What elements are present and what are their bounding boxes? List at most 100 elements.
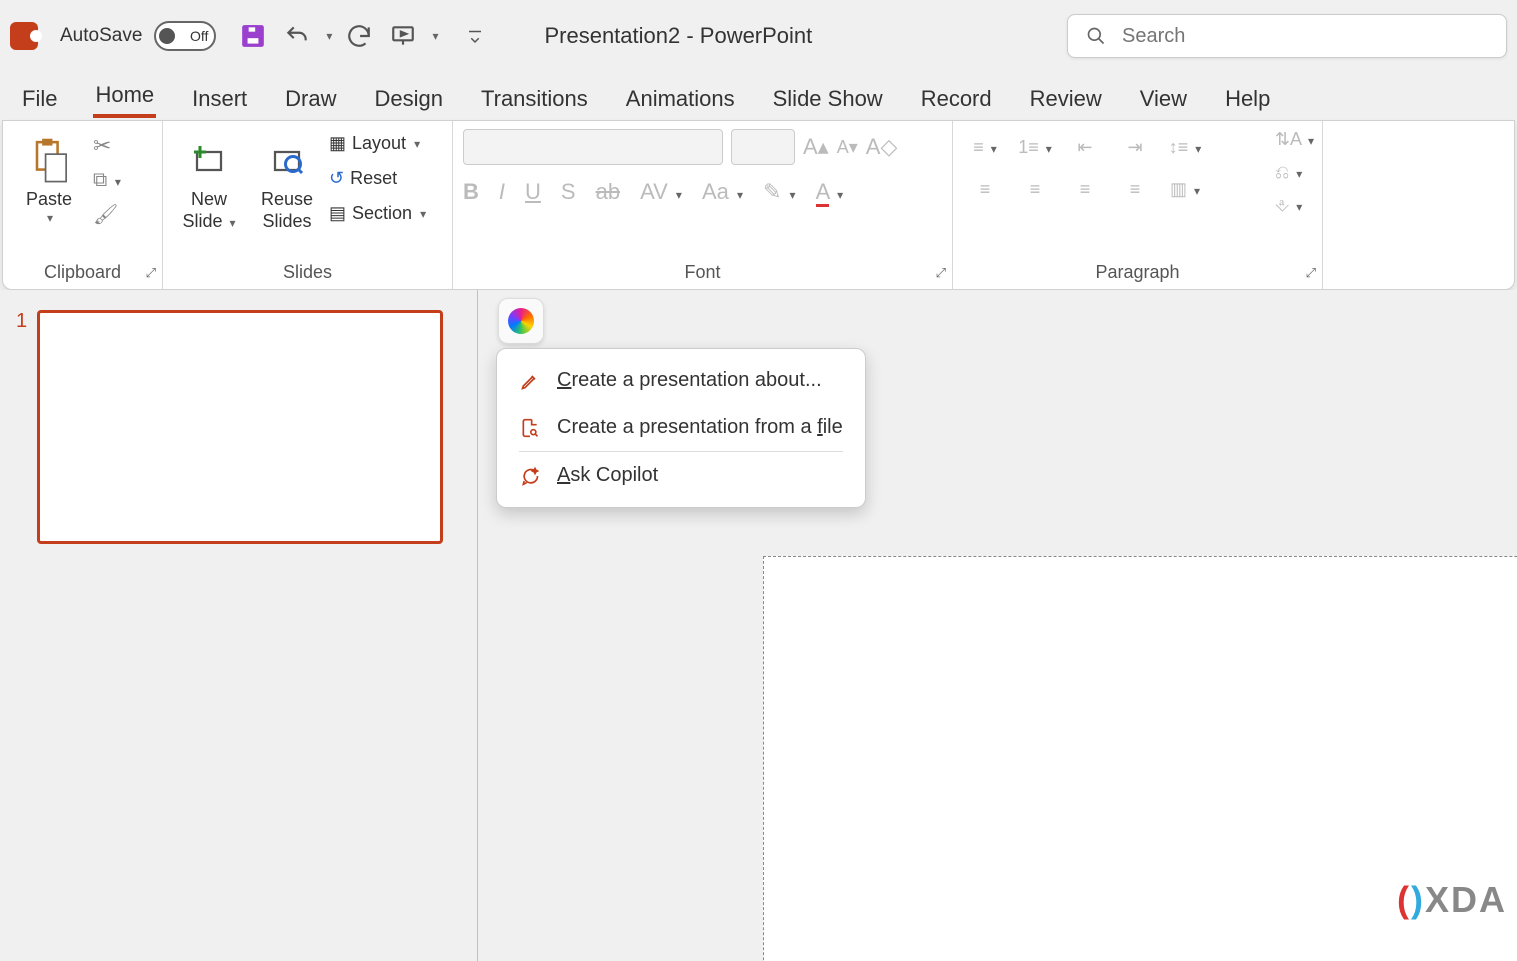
paragraph-group-label: Paragraph <box>953 262 1322 283</box>
tab-review[interactable]: Review <box>1028 80 1104 118</box>
present-from-start-icon[interactable] <box>386 19 420 53</box>
thumb-preview[interactable] <box>37 310 443 544</box>
align-right-icon[interactable]: ≡ <box>1080 179 1091 200</box>
clear-formatting-icon[interactable]: A◇ <box>866 134 898 160</box>
justify-icon[interactable]: ≡ <box>1130 179 1141 200</box>
tab-design[interactable]: Design <box>373 80 445 118</box>
powerpoint-app-icon[interactable] <box>10 22 38 50</box>
reset-label: Reset <box>350 168 397 189</box>
menu-ask-copilot[interactable]: Ask Copilot <box>497 452 865 499</box>
customize-qat-icon[interactable] <box>458 19 492 53</box>
increase-indent-icon[interactable]: ⇥ <box>1127 137 1142 158</box>
tab-slideshow[interactable]: Slide Show <box>771 80 885 118</box>
paragraph-launcher-icon[interactable]: ⤢ <box>1306 265 1316 281</box>
redo-icon[interactable] <box>342 19 376 53</box>
tab-insert[interactable]: Insert <box>190 80 249 118</box>
font-size-combo[interactable] <box>731 129 795 165</box>
cut-icon[interactable]: ✂ <box>93 133 121 159</box>
paste-label: Paste <box>26 189 72 211</box>
paste-button[interactable]: Paste ▾ <box>13 129 85 227</box>
format-painter-icon[interactable]: 🖌 <box>93 202 121 227</box>
italic-icon[interactable]: I <box>499 179 505 205</box>
reuse-slides-button[interactable]: ReuseSlides <box>251 129 323 232</box>
autosave-state: Off <box>190 28 208 44</box>
tab-file[interactable]: File <box>20 80 59 118</box>
copilot-menu: Create a presentation about... Create a … <box>496 348 866 508</box>
undo-icon[interactable] <box>280 19 314 53</box>
layout-label: Layout <box>352 133 406 154</box>
font-launcher-icon[interactable]: ⤢ <box>936 265 946 281</box>
search-input[interactable] <box>1122 25 1488 48</box>
slides-group-label: Slides <box>163 262 452 283</box>
group-drawing <box>1323 121 1514 289</box>
ribbon-tabs: File Home Insert Draw Design Transitions… <box>0 72 1517 120</box>
align-left-icon[interactable]: ≡ <box>980 179 991 200</box>
reuse-label-2: Slides <box>262 211 311 231</box>
font-name-combo[interactable] <box>463 129 723 165</box>
section-button[interactable]: ▤ Section ▾ <box>329 201 426 226</box>
clipboard-group-label: Clipboard <box>3 262 162 283</box>
tab-draw[interactable]: Draw <box>283 80 338 118</box>
text-direction-icon[interactable]: ⇅A ▾ <box>1275 129 1314 150</box>
new-slide-label-1: New <box>191 189 227 209</box>
strikethrough-icon[interactable]: ab <box>596 179 620 205</box>
group-font: A▴ A▾ A◇ B I U S ab AV ▾ Aa ▾ ✎ ▾ A ▾ Fo… <box>453 121 953 289</box>
thumbnail-pane[interactable]: 1 <box>0 290 478 961</box>
reset-icon: ↺ <box>329 168 344 189</box>
toggle-knob <box>159 28 175 44</box>
copy-icon[interactable]: ⧉ ▾ <box>93 169 121 192</box>
chat-sparkle-icon <box>519 466 541 486</box>
change-case-icon[interactable]: Aa ▾ <box>702 179 743 205</box>
tab-home[interactable]: Home <box>93 76 156 118</box>
save-icon[interactable] <box>236 19 270 53</box>
numbering-icon[interactable]: 1≡ ▾ <box>1018 137 1052 158</box>
clipboard-launcher-icon[interactable]: ⤢ <box>146 265 156 281</box>
columns-icon[interactable]: ▥ ▾ <box>1170 179 1200 200</box>
group-paragraph: ≡ ▾ 1≡ ▾ ⇤ ⇥ ↕≡ ▾ ≡ ≡ ≡ ≡ ▥ ▾ ⇅A ▾ ⎌ ▾ ⎀… <box>953 121 1323 289</box>
autosave-toggle[interactable]: Off <box>154 21 216 51</box>
slide-editor-pane[interactable]: Create a presentation about... Create a … <box>478 290 1517 961</box>
smartart-icon[interactable]: ⎀ ▾ <box>1275 195 1314 216</box>
tab-view[interactable]: View <box>1138 80 1189 118</box>
layout-icon: ▦ <box>329 133 346 154</box>
reuse-label-1: Reuse <box>261 189 313 209</box>
decrease-font-icon[interactable]: A▾ <box>837 137 858 158</box>
decrease-indent-icon[interactable]: ⇤ <box>1077 137 1092 158</box>
increase-font-icon[interactable]: A▴ <box>803 134 829 160</box>
undo-dropdown-icon[interactable]: ▾ <box>326 29 332 43</box>
search-box[interactable] <box>1067 14 1507 58</box>
document-title: Presentation2 - PowerPoint <box>544 23 812 49</box>
menu-create-about-label: Create a presentation about... <box>557 369 822 392</box>
shadow-icon[interactable]: S <box>561 179 576 205</box>
search-icon <box>1086 25 1106 47</box>
layout-button[interactable]: ▦ Layout ▾ <box>329 131 426 156</box>
copilot-button[interactable] <box>498 298 544 344</box>
tab-help[interactable]: Help <box>1223 80 1272 118</box>
ribbon: Paste ▾ ✂ ⧉ ▾ 🖌 Clipboard ⤢ NewSlide ▾ <box>2 120 1515 290</box>
clipboard-icon <box>28 133 70 189</box>
paste-dropdown-icon[interactable]: ▾ <box>47 211 53 225</box>
copilot-icon <box>508 308 534 334</box>
new-slide-button[interactable]: NewSlide ▾ <box>173 129 245 232</box>
line-spacing-icon[interactable]: ↕≡ ▾ <box>1169 137 1202 158</box>
tab-record[interactable]: Record <box>919 80 994 118</box>
bullets-icon[interactable]: ≡ ▾ <box>973 137 997 158</box>
reset-button[interactable]: ↺ Reset <box>329 166 426 191</box>
menu-create-from-file[interactable]: Create a presentation from a file <box>497 404 865 451</box>
group-clipboard: Paste ▾ ✂ ⧉ ▾ 🖌 Clipboard ⤢ <box>3 121 163 289</box>
bold-icon[interactable]: B <box>463 179 479 205</box>
tab-transitions[interactable]: Transitions <box>479 80 590 118</box>
autosave-label: AutoSave <box>60 25 142 47</box>
section-icon: ▤ <box>329 203 346 224</box>
font-color-icon[interactable]: A ▾ <box>816 179 844 205</box>
char-spacing-icon[interactable]: AV ▾ <box>640 179 682 205</box>
menu-create-about[interactable]: Create a presentation about... <box>497 357 865 404</box>
underline-icon[interactable]: U <box>525 179 541 205</box>
align-text-icon[interactable]: ⎌ ▾ <box>1275 162 1314 183</box>
align-center-icon[interactable]: ≡ <box>1030 179 1041 200</box>
reuse-slides-icon <box>269 133 305 189</box>
tab-animations[interactable]: Animations <box>624 80 737 118</box>
highlight-icon[interactable]: ✎ ▾ <box>763 179 796 205</box>
present-dropdown-icon[interactable]: ▾ <box>432 29 438 43</box>
slide-thumb-1[interactable]: 1 <box>16 310 461 544</box>
